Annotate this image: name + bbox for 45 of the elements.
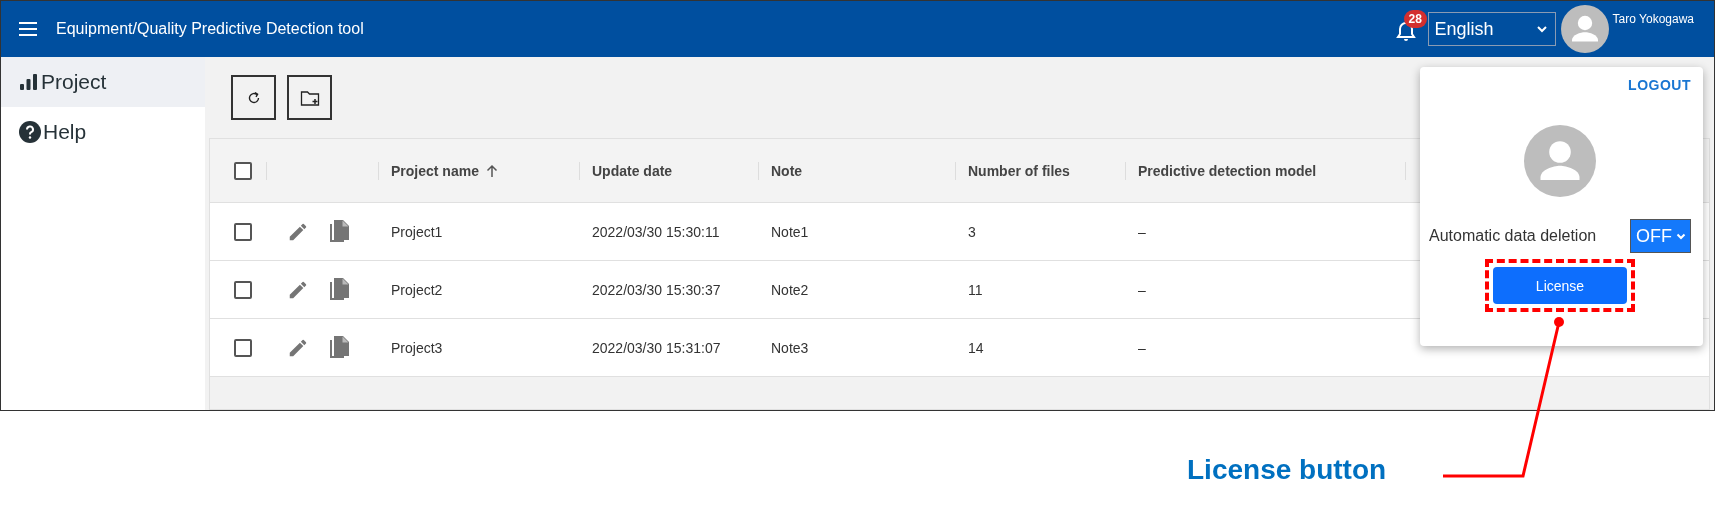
checkbox[interactable] [234,338,252,357]
table-cell-text: – [1137,222,1147,242]
folder-plus-icon [299,88,320,107]
new-folder-button[interactable] [287,75,332,120]
table-cell-text: 2022/03/30 15:30:11 [591,222,721,242]
column-header[interactable]: Number of files [968,162,1070,179]
setting-label: Automatic data deletion [1429,227,1597,245]
license-button[interactable]: License [1493,267,1627,304]
bar-chart-icon [19,72,39,92]
sidebar-item[interactable]: Project [1,57,205,107]
auto-delete-select[interactable]: OFF [1630,219,1691,253]
notification-badge: 28 [1403,10,1427,28]
checkbox[interactable] [234,222,252,241]
column-header[interactable]: Note [771,162,803,179]
table-cell-text: 14 [967,338,985,358]
help-icon [19,121,41,143]
column-header[interactable]: Project name [391,162,479,179]
avatar-icon [1524,125,1596,197]
column-header[interactable]: Update date [592,162,673,179]
callout-label: License button [1187,453,1387,486]
table-cell-text: Note2 [770,280,810,300]
table-cell-text: 2022/03/30 15:30:37 [591,280,722,300]
column-header[interactable]: Predictive detection model [1138,162,1317,179]
copy-icon[interactable] [327,334,351,361]
app-title: Equipment/Quality Predictive Detection tool [56,20,364,38]
copy-icon[interactable] [327,218,351,245]
user-name: Taro Yokogawa [1612,12,1694,26]
table-cell-text: 2022/03/30 15:31:07 [591,338,722,358]
table-cell-text: Project1 [390,222,444,242]
table-cell-text: – [1137,338,1147,358]
table-cell-text: Note1 [770,222,810,242]
table-cell-text: Project2 [390,280,444,300]
table-cell-text: 11 [967,280,984,300]
logout-link[interactable]: LOGOUT [1628,77,1691,93]
table-cell-text: Note3 [770,338,810,358]
checkbox[interactable] [234,161,252,180]
copy-icon[interactable] [327,276,351,303]
table-cell-text: Project3 [390,338,444,358]
avatar-icon[interactable] [1560,5,1609,53]
refresh-button[interactable] [231,75,276,120]
sidebar-item[interactable]: Help [1,107,205,157]
table-cell-text: 3 [967,222,977,242]
language-select[interactable]: English [1427,12,1556,46]
checkbox[interactable] [234,280,252,299]
table-cell-text: – [1137,280,1147,300]
